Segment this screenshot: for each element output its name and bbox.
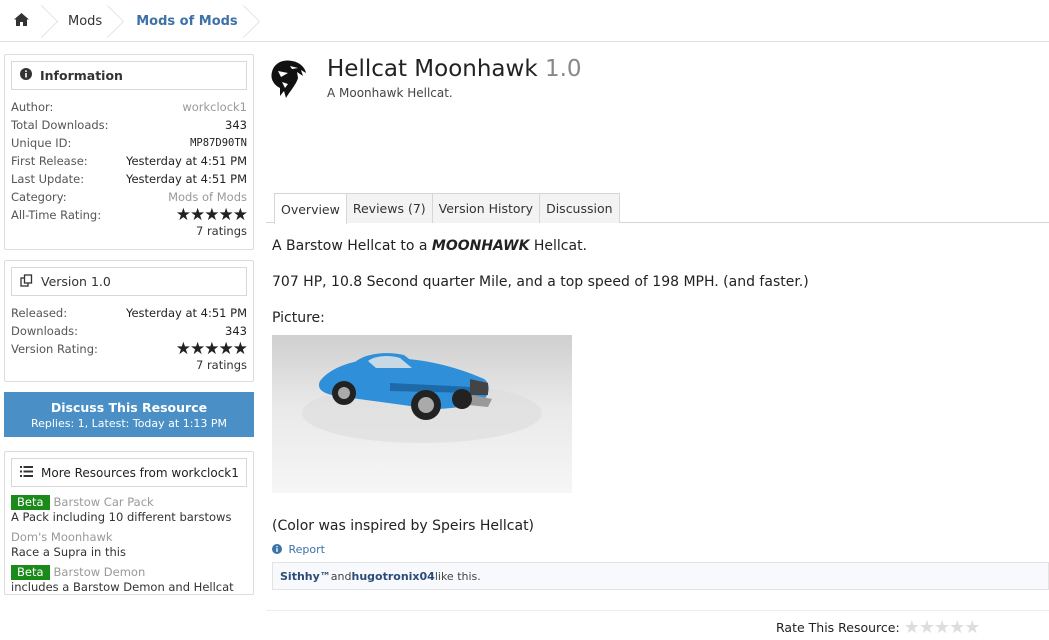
likes-bar: Sithhy™ and hugotronix04 like this. [272, 562, 1049, 590]
resource-title: Hellcat Moonhawk [327, 56, 538, 82]
tab-overview[interactable]: Overview [274, 193, 347, 224]
description-line-2: 707 HP, 10.8 Second quarter Mile, and a … [272, 274, 809, 290]
copy-icon [20, 273, 33, 290]
description-line-1: A Barstow Hellcat to a MOONHAWK Hellcat. [272, 238, 588, 254]
car-screenshot[interactable] [272, 335, 572, 493]
report-link[interactable]: Report [272, 543, 325, 556]
info-row-unique-id: Unique ID: MP87D90TN [11, 136, 247, 150]
picture-label: Picture: [272, 310, 325, 326]
rating-count: 7 ratings [195, 224, 247, 238]
list-icon [20, 465, 33, 480]
like-user-link[interactable]: Sithhy™ [280, 570, 331, 583]
resource-item: Beta Barstow Demon includes a Barstow Dem… [11, 565, 247, 595]
info-row-author: Author: workclock1 [11, 100, 247, 114]
info-row-last-update: Last Update: Yesterday at 4:51 PM [11, 172, 247, 186]
like-user-link[interactable]: hugotronix04 [352, 570, 435, 583]
rating-count: 7 ratings [195, 358, 247, 372]
breadcrumb: Mods Mods of Mods [0, 2, 1049, 42]
resource-item: Beta Barstow Car Pack A Pack including 10… [11, 495, 247, 525]
info-icon [272, 543, 289, 556]
home-icon [14, 13, 29, 30]
version-row-released: Released: Yesterday at 4:51 PM [11, 306, 247, 320]
breadcrumb-home[interactable] [0, 2, 50, 41]
tab-version-history[interactable]: Version History [431, 193, 541, 223]
resource-description: A Barstow Hellcat to a MOONHAWK Hellcat.… [272, 238, 1032, 326]
resource-link[interactable]: Barstow Car Pack [54, 495, 154, 509]
rate-resource: Rate This Resource: ★★★★★ [776, 617, 981, 638]
star-rating: ★★★★★ [175, 205, 248, 225]
resource-item: Dom's Moonhawk Race a Supra in this [11, 530, 247, 560]
discuss-title: Discuss This Resource [50, 399, 208, 415]
tab-reviews[interactable]: Reviews (7) [345, 193, 433, 223]
star-rating: ★★★★★ [175, 339, 248, 359]
description-line-3: (Color was inspired by Speirs Hellcat) [272, 518, 535, 534]
beta-badge: Beta [11, 495, 50, 510]
resource-version: 1.0 [544, 56, 582, 82]
hellcat-logo-icon [268, 58, 308, 100]
info-row-rating: All-Time Rating: ★★★★★ [11, 205, 248, 225]
rate-stars-input[interactable]: ★★★★★ [904, 617, 981, 638]
version-row-downloads: Downloads: 343 [11, 324, 247, 338]
info-row-downloads: Total Downloads: 343 [11, 118, 247, 132]
resource-desc: Race a Supra in this [11, 545, 126, 559]
discuss-subtitle: Replies: 1, Latest: Today at 1:13 PM [30, 416, 228, 430]
author-link[interactable]: workclock1 [182, 100, 247, 114]
tab-discussion[interactable]: Discussion [539, 193, 620, 223]
resource-desc: includes a Barstow Demon and Hellcat [11, 580, 234, 594]
resource-desc: A Pack including 10 different barstows [11, 510, 232, 524]
version-heading: Version 1.0 [11, 267, 247, 296]
category-link[interactable]: Mods of Mods [168, 190, 247, 204]
resource-link[interactable]: Barstow Demon [54, 565, 146, 579]
version-row-rating: Version Rating: ★★★★★ [11, 339, 248, 359]
sidebar: Information Author: workclock1 Total Down… [4, 54, 254, 605]
breadcrumb-mods[interactable]: Mods [50, 2, 116, 41]
more-resources-box: More Resources from workclock1 Beta Barst… [4, 451, 254, 595]
more-resources-heading: More Resources from workclock1 [11, 458, 247, 487]
resource-tagline: A Moonhawk Hellcat. [327, 86, 453, 100]
resource-footnote: (Color was inspired by Speirs Hellcat) [272, 518, 1032, 554]
information-box: Information Author: workclock1 Total Down… [4, 54, 254, 250]
discuss-resource-button[interactable]: Discuss This Resource Replies: 1, Latest… [4, 392, 254, 437]
divider [266, 610, 1049, 611]
breadcrumb-mods-of-mods[interactable]: Mods of Mods [116, 2, 251, 41]
resource-tabs: Overview Reviews (7) Version History Dis… [274, 193, 620, 224]
beta-badge: Beta [11, 565, 50, 580]
info-row-category: Category: Mods of Mods [11, 190, 247, 204]
information-heading: Information [11, 61, 247, 90]
info-icon [20, 68, 32, 83]
rate-label: Rate This Resource: [776, 620, 900, 635]
version-box: Version 1.0 Released: Yesterday at 4:51 P… [4, 260, 254, 382]
info-row-first-release: First Release: Yesterday at 4:51 PM [11, 154, 247, 168]
resource-link[interactable]: Dom's Moonhawk [11, 530, 113, 544]
page-title: Hellcat Moonhawk 1.0 [327, 56, 582, 82]
